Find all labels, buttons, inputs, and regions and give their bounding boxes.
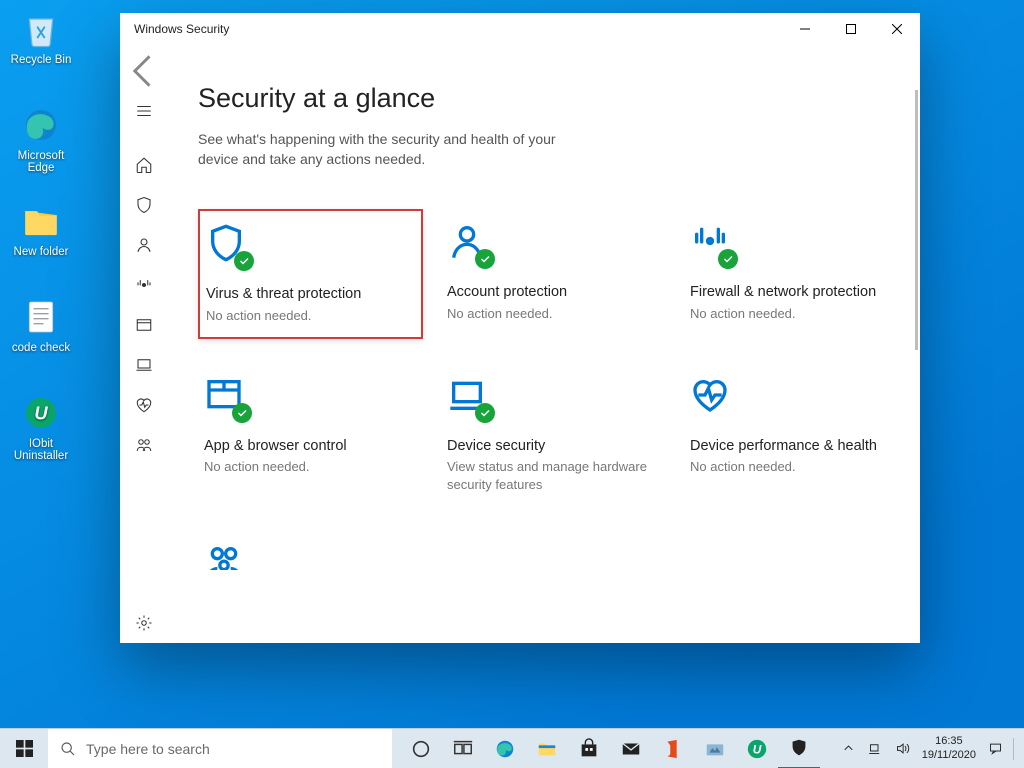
search-placeholder: Type here to search <box>86 741 210 757</box>
tray-overflow[interactable] <box>835 741 862 756</box>
nav-device-health[interactable] <box>122 385 166 425</box>
nav-account[interactable] <box>122 225 166 265</box>
desktop-icon-label: IObit Uninstaller <box>14 438 68 462</box>
content-area: Security at a glance See what's happenin… <box>168 45 920 643</box>
account-icon <box>447 221 501 269</box>
desktop-icon-code-check[interactable]: code check <box>4 296 78 354</box>
tb-cortana[interactable] <box>400 729 442 768</box>
tray-action-center[interactable] <box>982 741 1009 756</box>
heart-health-icon <box>690 375 744 423</box>
show-desktop[interactable] <box>1013 738 1014 760</box>
tile-family-partial[interactable] <box>198 530 423 570</box>
maximize-button[interactable] <box>828 13 874 45</box>
tile-title: Device performance & health <box>690 437 903 456</box>
folder-icon <box>20 200 62 242</box>
tile-title: Device security <box>447 437 660 456</box>
shield-icon <box>206 223 260 271</box>
titlebar[interactable]: Windows Security <box>120 13 920 45</box>
text-file-icon <box>20 296 62 338</box>
tile-sub: No action needed. <box>204 458 417 476</box>
nav-rail <box>120 45 168 643</box>
close-button[interactable] <box>874 13 920 45</box>
tile-account-protection[interactable]: Account protection No action needed. <box>441 209 666 338</box>
taskbar: Type here to search U 16:35 19/11/2020 <box>0 728 1024 768</box>
app-browser-icon <box>204 375 258 423</box>
status-ok-badge <box>718 249 738 269</box>
tile-device-performance[interactable]: Device performance & health No action ne… <box>684 363 909 506</box>
tb-mail[interactable] <box>610 729 652 768</box>
tile-device-security[interactable]: Device security View status and manage h… <box>441 363 666 506</box>
status-ok-badge <box>234 251 254 271</box>
tile-app-browser[interactable]: App & browser control No action needed. <box>198 363 423 506</box>
nav-app-browser[interactable] <box>122 305 166 345</box>
desktop-icon-iobit[interactable]: U IObit Uninstaller <box>4 392 78 462</box>
device-security-icon <box>447 375 501 423</box>
nav-family[interactable] <box>122 425 166 465</box>
back-button[interactable] <box>122 51 166 91</box>
tile-title: Firewall & network protection <box>690 283 903 302</box>
status-ok-badge <box>232 403 252 423</box>
tb-edge[interactable] <box>484 729 526 768</box>
nav-settings[interactable] <box>122 603 166 643</box>
nav-home[interactable] <box>122 145 166 185</box>
svg-text:U: U <box>34 403 48 424</box>
nav-firewall[interactable] <box>122 265 166 305</box>
minimize-button[interactable] <box>782 13 828 45</box>
family-icon <box>204 542 258 570</box>
page-title: Security at a glance <box>198 83 880 114</box>
taskbar-search[interactable]: Type here to search <box>48 729 392 768</box>
desktop-icon-edge[interactable]: Microsoft Edge <box>4 104 78 174</box>
tray-time: 16:35 <box>935 735 963 748</box>
tile-title: App & browser control <box>204 437 417 456</box>
desktop-icon-new-folder[interactable]: New folder <box>4 200 78 258</box>
desktop-icon-label: Recycle Bin <box>11 54 72 66</box>
scrollbar-thumb[interactable] <box>915 90 918 350</box>
tb-store[interactable] <box>568 729 610 768</box>
page-subtitle: See what's happening with the security a… <box>198 130 578 169</box>
tray-volume[interactable] <box>889 741 916 756</box>
tile-sub: No action needed. <box>690 458 903 476</box>
firewall-icon <box>690 221 744 269</box>
desktop-icon-label: New folder <box>14 246 69 258</box>
tray-date: 19/11/2020 <box>922 749 976 762</box>
desktop-icon-label: Microsoft Edge <box>18 150 65 174</box>
tile-sub: View status and manage hardware security… <box>447 458 660 493</box>
nav-device-security[interactable] <box>122 345 166 385</box>
status-ok-badge <box>475 249 495 269</box>
tile-sub: No action needed. <box>206 307 415 325</box>
taskbar-pinned: U <box>392 729 820 768</box>
edge-icon <box>20 104 62 146</box>
tiles-grid: Virus & threat protection No action need… <box>198 209 880 569</box>
tray-clock[interactable]: 16:35 19/11/2020 <box>916 735 982 761</box>
tb-iobit[interactable]: U <box>736 729 778 768</box>
windows-security-window: Windows Security Security at a glance Se… <box>120 13 920 643</box>
tile-firewall[interactable]: Firewall & network protection No action … <box>684 209 909 338</box>
nav-menu-button[interactable] <box>122 91 166 131</box>
system-tray: 16:35 19/11/2020 <box>829 729 1024 768</box>
iobit-icon: U <box>20 392 62 434</box>
start-button[interactable] <box>0 729 48 768</box>
svg-text:U: U <box>753 742 762 756</box>
tray-network[interactable] <box>862 741 889 756</box>
tb-windows-security[interactable] <box>778 729 820 768</box>
tile-title: Account protection <box>447 283 660 302</box>
window-title: Windows Security <box>134 22 229 36</box>
recycle-bin-icon <box>20 8 62 50</box>
tile-title: Virus & threat protection <box>206 285 415 304</box>
tile-sub: No action needed. <box>447 305 660 323</box>
status-ok-badge <box>475 403 495 423</box>
tb-file-explorer[interactable] <box>526 729 568 768</box>
tb-taskview[interactable] <box>442 729 484 768</box>
tb-office[interactable] <box>652 729 694 768</box>
tb-misc-app[interactable] <box>694 729 736 768</box>
nav-virus-threat[interactable] <box>122 185 166 225</box>
desktop-icon-recycle-bin[interactable]: Recycle Bin <box>4 8 78 66</box>
tile-sub: No action needed. <box>690 305 903 323</box>
desktop-icon-label: code check <box>12 342 70 354</box>
tile-virus-threat[interactable]: Virus & threat protection No action need… <box>198 209 423 338</box>
